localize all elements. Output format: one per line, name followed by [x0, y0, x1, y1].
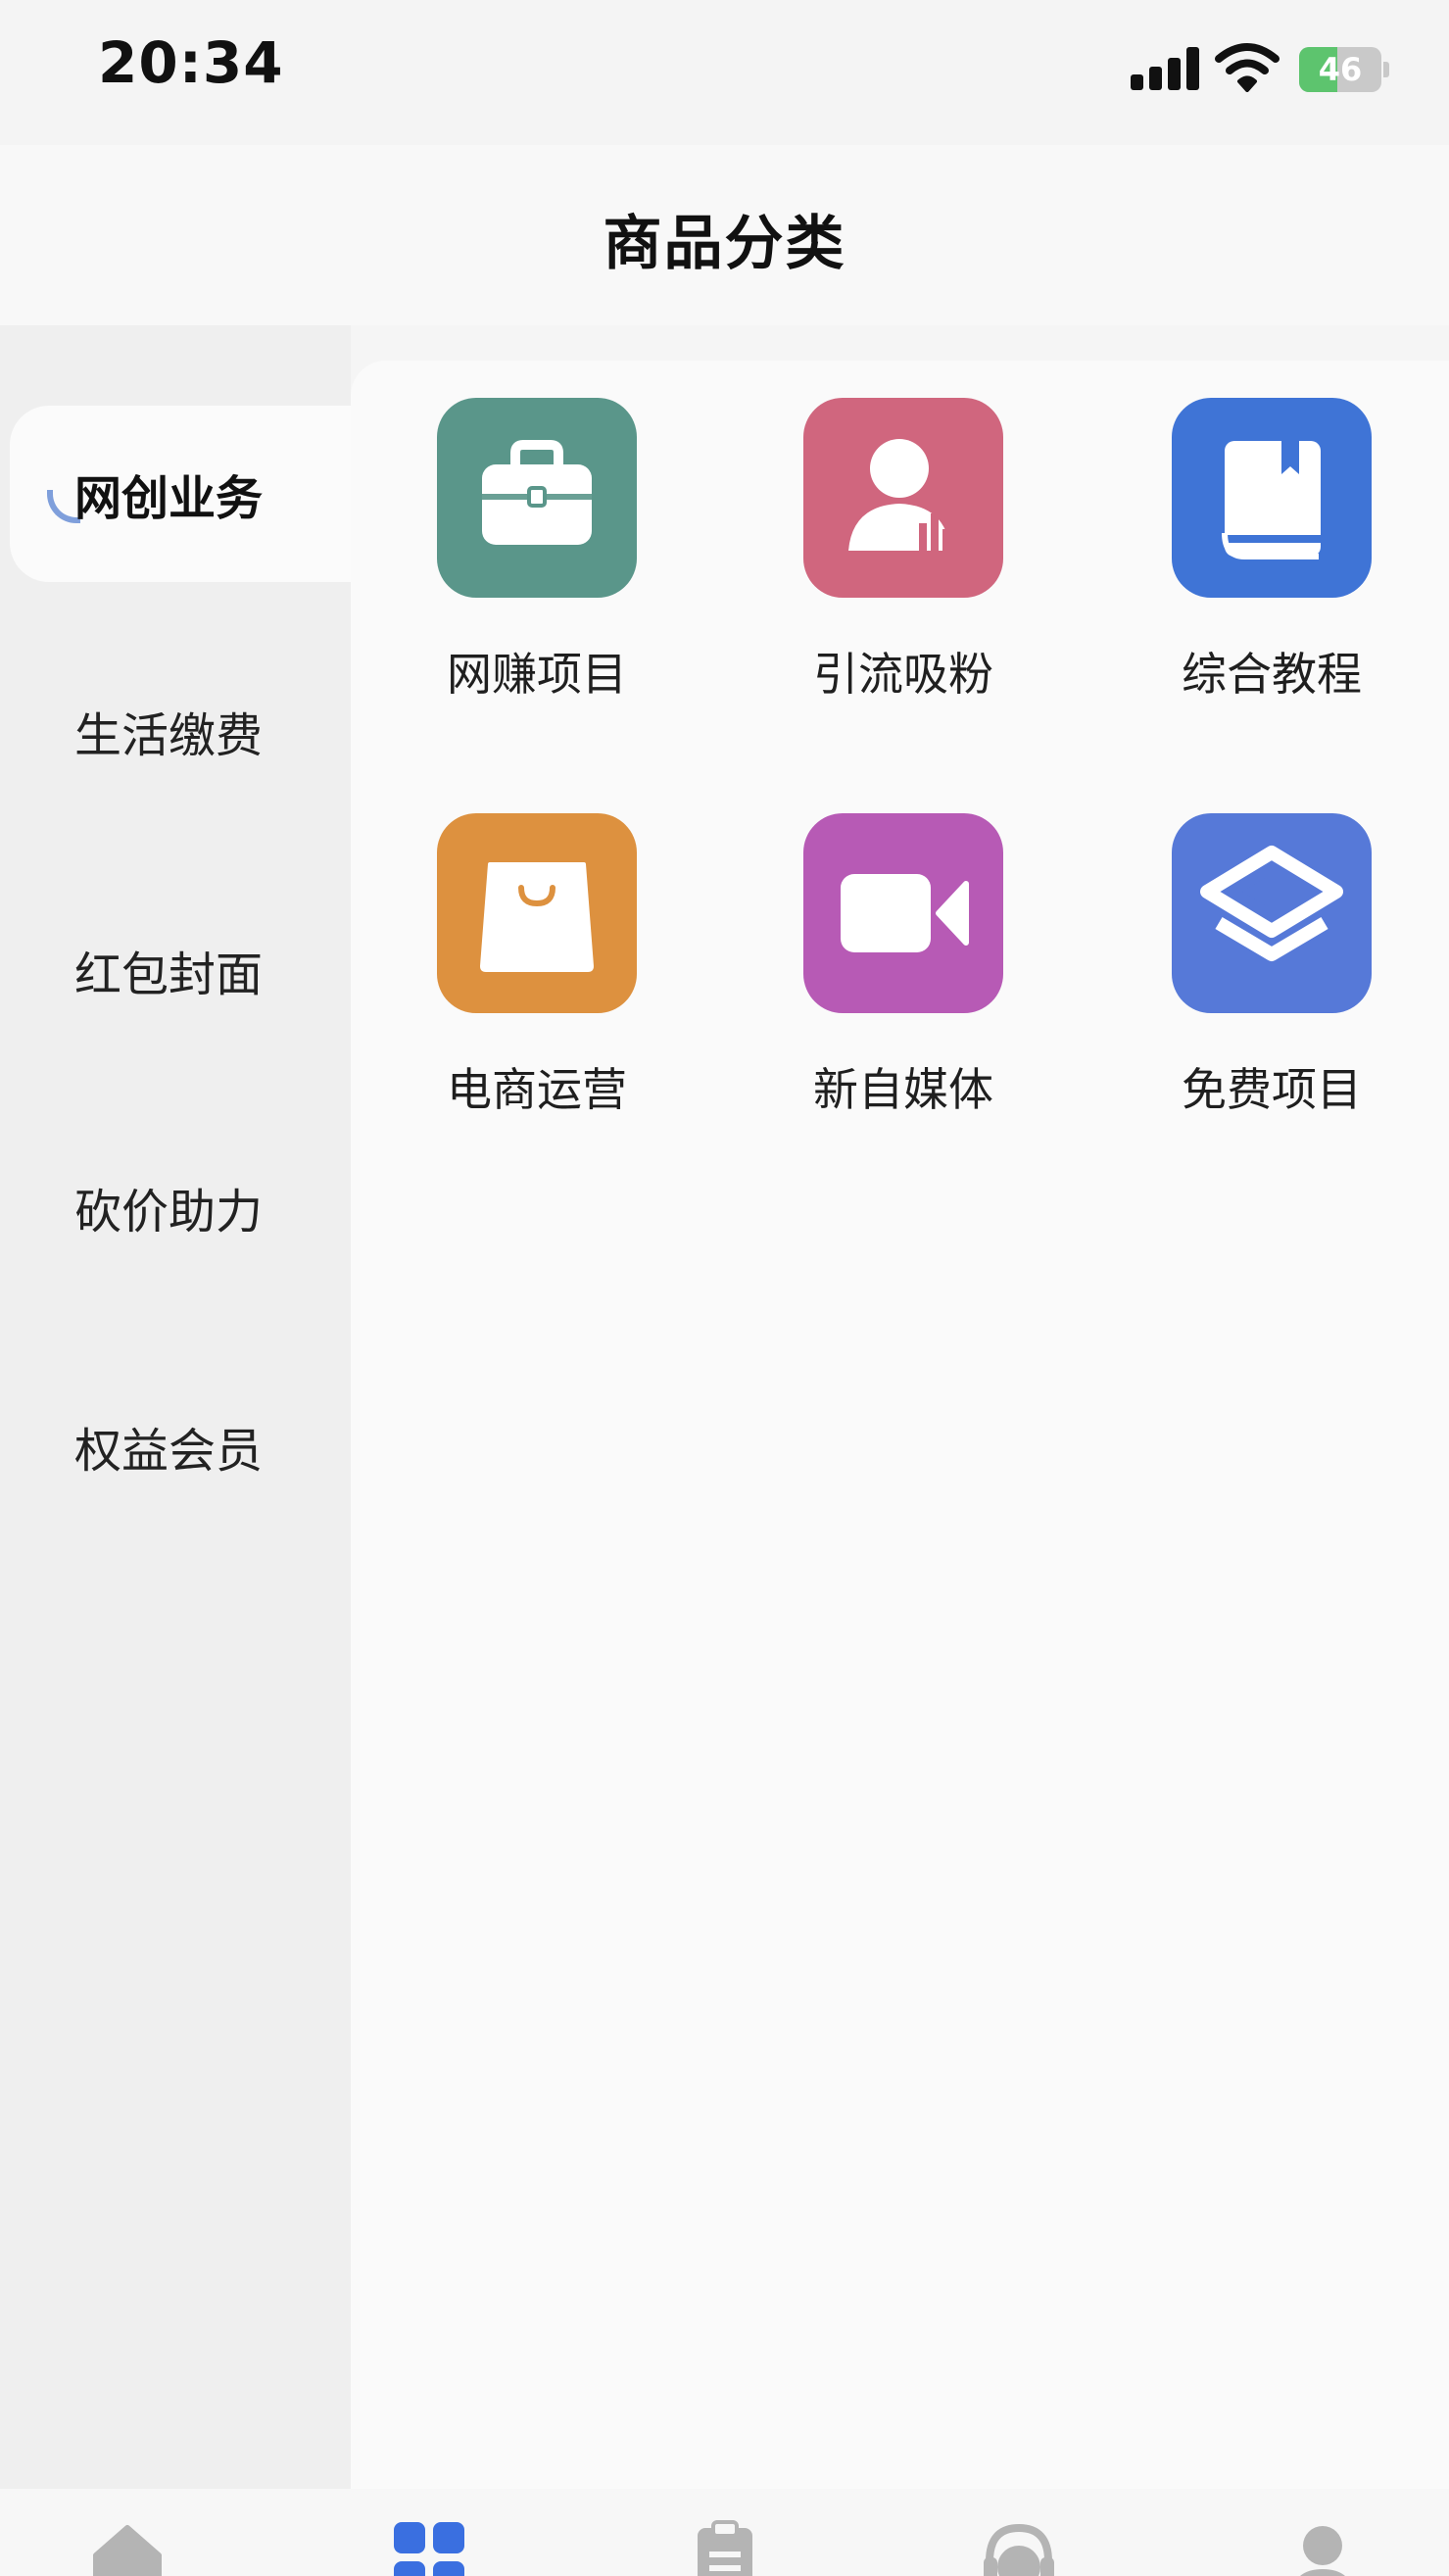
sidebar-item-label: 红包封面 — [74, 948, 264, 1002]
sidebar-item-label: 网创业务 — [74, 471, 264, 526]
sidebar-item-kanjia[interactable]: 砍价助力 — [0, 1119, 351, 1295]
category-jiaocheng[interactable]: 综合教程 — [1144, 398, 1399, 731]
sidebar-item-label: 砍价助力 — [74, 1185, 264, 1239]
shopping-bag-icon — [437, 813, 637, 1013]
category-label: 电商运营 — [447, 1063, 627, 1116]
page-header: 商品分类 — [0, 145, 1449, 325]
battery-charging-icon: 46 — [1299, 47, 1389, 92]
tab-home[interactable] — [69, 2489, 186, 2576]
category-dianshang[interactable]: 电商运营 — [410, 813, 664, 1146]
profile-icon — [1300, 2526, 1345, 2576]
category-wangzhuan[interactable]: 网赚项目 — [410, 398, 664, 731]
sidebar-item-wangchuang[interactable]: 网创业务 — [10, 406, 351, 582]
sidebar-item-quanyi[interactable]: 权益会员 — [0, 1358, 351, 1534]
video-camera-icon — [803, 813, 1003, 1013]
wifi-icon — [1215, 41, 1280, 92]
tab-service[interactable] — [960, 2489, 1078, 2576]
category-zimeiti[interactable]: 新自媒体 — [776, 813, 1031, 1146]
category-label: 免费项目 — [1182, 1063, 1362, 1116]
cellular-signal-icon — [1131, 45, 1199, 90]
sidebar-item-hongbao[interactable]: 红包封面 — [0, 882, 351, 1058]
category-label: 引流吸粉 — [813, 648, 993, 701]
page-title: 商品分类 — [603, 210, 846, 278]
category-sidebar: 网创业务 生活缴费 红包封面 砍价助力 权益会员 — [0, 325, 351, 2489]
battery-level: 46 — [1318, 51, 1363, 88]
category-grid-icon — [394, 2522, 464, 2576]
category-mianfei[interactable]: 免费项目 — [1144, 813, 1399, 1146]
category-label: 新自媒体 — [813, 1063, 993, 1116]
book-icon — [1172, 398, 1372, 598]
briefcase-icon — [437, 398, 637, 598]
sidebar-item-label: 权益会员 — [74, 1424, 264, 1479]
customer-service-icon — [984, 2523, 1054, 2576]
tab-profile[interactable] — [1264, 2489, 1381, 2576]
tab-orders[interactable] — [666, 2489, 784, 2576]
bottom-tab-bar — [0, 2489, 1449, 2576]
home-icon — [93, 2525, 162, 2576]
status-time: 20:34 — [98, 29, 284, 96]
layers-icon — [1172, 813, 1372, 1013]
sidebar-item-shenghuo[interactable]: 生活缴费 — [0, 643, 351, 819]
category-label: 网赚项目 — [447, 648, 627, 701]
category-label: 综合教程 — [1182, 648, 1362, 701]
status-bar: 20:34 46 — [0, 0, 1449, 145]
category-yinliu[interactable]: 引流吸粉 — [776, 398, 1031, 731]
tab-category[interactable] — [370, 2489, 488, 2576]
category-grid: 网赚项目 引流吸粉 综合教程 电商运营 新自媒体 免费项目 — [351, 361, 1449, 2489]
sidebar-item-label: 生活缴费 — [74, 708, 264, 763]
user-chart-icon — [803, 398, 1003, 598]
clipboard-icon — [698, 2520, 752, 2576]
